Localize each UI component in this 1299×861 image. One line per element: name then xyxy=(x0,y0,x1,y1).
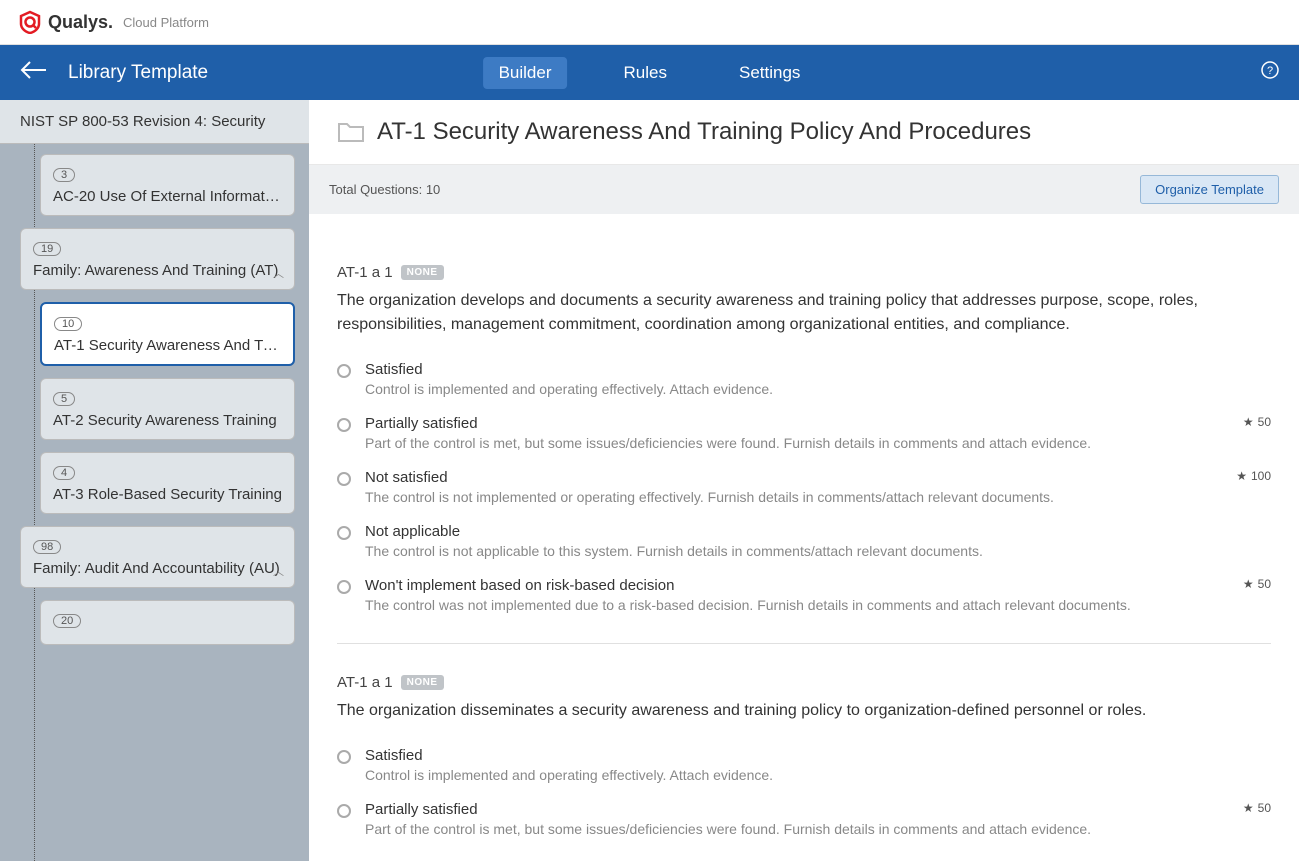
tab-settings[interactable]: Settings xyxy=(723,57,816,89)
option-title: Not applicable xyxy=(365,523,1271,540)
tab-rules[interactable]: Rules xyxy=(608,57,683,89)
node-count-badge: 98 xyxy=(33,540,61,554)
brand-logo: Qualys. Cloud Platform xyxy=(18,10,209,34)
star-icon: ★ xyxy=(1236,469,1247,483)
option-title: Satisfied xyxy=(365,747,1271,764)
scoring-badge: NONE xyxy=(401,675,444,690)
node-title: Family: Audit And Accountability (AU) xyxy=(33,560,282,577)
answer-option[interactable]: Won't implement based on risk-based deci… xyxy=(337,577,1271,613)
radio-icon[interactable] xyxy=(337,580,351,594)
organize-template-button[interactable]: Organize Template xyxy=(1140,175,1279,204)
tab-builder[interactable]: Builder xyxy=(483,57,568,89)
total-questions: Total Questions: 10 xyxy=(329,182,440,197)
option-description: Control is implemented and operating eff… xyxy=(365,767,1271,783)
answer-option[interactable]: Not applicable The control is not applica… xyxy=(337,523,1271,559)
question-text: The organization develops and documents … xyxy=(337,289,1271,337)
node-count-badge: 19 xyxy=(33,242,61,256)
toolbar: Total Questions: 10 Organize Template xyxy=(309,165,1299,214)
answer-option[interactable]: Partially satisfied Part of the control i… xyxy=(337,415,1271,451)
questions-content[interactable]: AT-1 a 1NONE The organization develops an… xyxy=(309,214,1299,861)
option-title: Satisfied xyxy=(365,361,1271,378)
tree-node[interactable]: 98 Family: Audit And Accountability (AU)︿ xyxy=(20,526,295,588)
option-description: Part of the control is met, but some iss… xyxy=(365,435,1229,451)
back-arrow-icon[interactable] xyxy=(20,60,48,85)
option-description: The control is not applicable to this sy… xyxy=(365,543,1271,559)
tree-node[interactable]: 19 Family: Awareness And Training (AT)︿ xyxy=(20,228,295,290)
node-count-badge: 4 xyxy=(53,466,75,480)
topbar: Qualys. Cloud Platform xyxy=(0,0,1299,45)
chevron-up-icon[interactable]: ︿ xyxy=(273,265,284,281)
node-title: AC-20 Use Of External Information System… xyxy=(53,188,282,205)
option-title: Partially satisfied xyxy=(365,415,1229,432)
star-icon: ★ xyxy=(1243,577,1254,591)
tree-node[interactable]: 5 AT-2 Security Awareness Training xyxy=(40,378,295,440)
help-icon[interactable]: ? xyxy=(1261,61,1279,84)
divider xyxy=(337,643,1271,644)
answer-option[interactable]: Satisfied Control is implemented and oper… xyxy=(337,747,1271,783)
option-score: ★50 xyxy=(1243,577,1271,591)
option-title: Won't implement based on risk-based deci… xyxy=(365,577,1229,594)
option-title: Not satisfied xyxy=(365,469,1222,486)
node-title: AT-2 Security Awareness Training xyxy=(53,412,282,429)
node-count-badge: 20 xyxy=(53,614,81,628)
node-title: Family: Awareness And Training (AT) xyxy=(33,262,282,279)
question-block: AT-1 a 1NONE The organization develops an… xyxy=(337,264,1271,613)
folder-icon xyxy=(337,120,365,144)
option-description: Part of the control is met, but some iss… xyxy=(365,821,1229,837)
option-description: The control was not implemented due to a… xyxy=(365,597,1229,613)
main-header: AT-1 Security Awareness And Training Pol… xyxy=(309,100,1299,165)
tree-node[interactable]: 20 xyxy=(40,600,295,645)
option-title: Partially satisfied xyxy=(365,801,1229,818)
answer-option[interactable]: Partially satisfied Part of the control i… xyxy=(337,801,1271,837)
radio-icon[interactable] xyxy=(337,364,351,378)
header-bar: Library Template Builder Rules Settings ? xyxy=(0,45,1299,100)
section-title: AT-1 Security Awareness And Training Pol… xyxy=(377,118,1031,146)
option-score: ★100 xyxy=(1236,469,1271,483)
answer-option[interactable]: Not satisfied The control is not implemen… xyxy=(337,469,1271,505)
page-title: Library Template xyxy=(68,62,208,84)
star-icon: ★ xyxy=(1243,801,1254,815)
template-name: NIST SP 800-53 Revision 4: Security xyxy=(0,100,309,144)
star-icon: ★ xyxy=(1243,415,1254,429)
tree-node[interactable]: 4 AT-3 Role-Based Security Training xyxy=(40,452,295,514)
question-id: AT-1 a 1NONE xyxy=(337,264,1271,281)
option-score: ★50 xyxy=(1243,415,1271,429)
option-score: ★50 xyxy=(1243,801,1271,815)
radio-icon[interactable] xyxy=(337,804,351,818)
tree-node[interactable]: 3 AC-20 Use Of External Information Syste… xyxy=(40,154,295,216)
sidebar: NIST SP 800-53 Revision 4: Security 3 AC-… xyxy=(0,100,309,861)
radio-icon[interactable] xyxy=(337,750,351,764)
node-count-badge: 3 xyxy=(53,168,75,182)
radio-icon[interactable] xyxy=(337,472,351,486)
brand-subtitle: Cloud Platform xyxy=(123,15,209,30)
node-title: AT-3 Role-Based Security Training xyxy=(53,486,282,503)
option-description: Control is implemented and operating eff… xyxy=(365,381,1271,397)
tree-panel[interactable]: 3 AC-20 Use Of External Information Syste… xyxy=(0,144,309,861)
svg-text:?: ? xyxy=(1267,65,1273,77)
question-block: AT-1 a 1NONE The organization disseminate… xyxy=(337,674,1271,837)
brand-name: Qualys. xyxy=(48,12,113,33)
radio-icon[interactable] xyxy=(337,526,351,540)
scoring-badge: NONE xyxy=(401,265,444,280)
radio-icon[interactable] xyxy=(337,418,351,432)
answer-option[interactable]: Satisfied Control is implemented and oper… xyxy=(337,361,1271,397)
option-description: The control is not implemented or operat… xyxy=(365,489,1222,505)
node-count-badge: 10 xyxy=(54,317,82,331)
question-id: AT-1 a 1NONE xyxy=(337,674,1271,691)
qualys-shield-icon xyxy=(18,10,42,34)
question-text: The organization disseminates a security… xyxy=(337,699,1271,723)
node-count-badge: 5 xyxy=(53,392,75,406)
main-panel: AT-1 Security Awareness And Training Pol… xyxy=(309,100,1299,861)
node-title: AT-1 Security Awareness And Training Pol… xyxy=(54,337,281,354)
tree-node[interactable]: 10 AT-1 Security Awareness And Training P… xyxy=(40,302,295,366)
chevron-up-icon[interactable]: ︿ xyxy=(273,563,284,579)
